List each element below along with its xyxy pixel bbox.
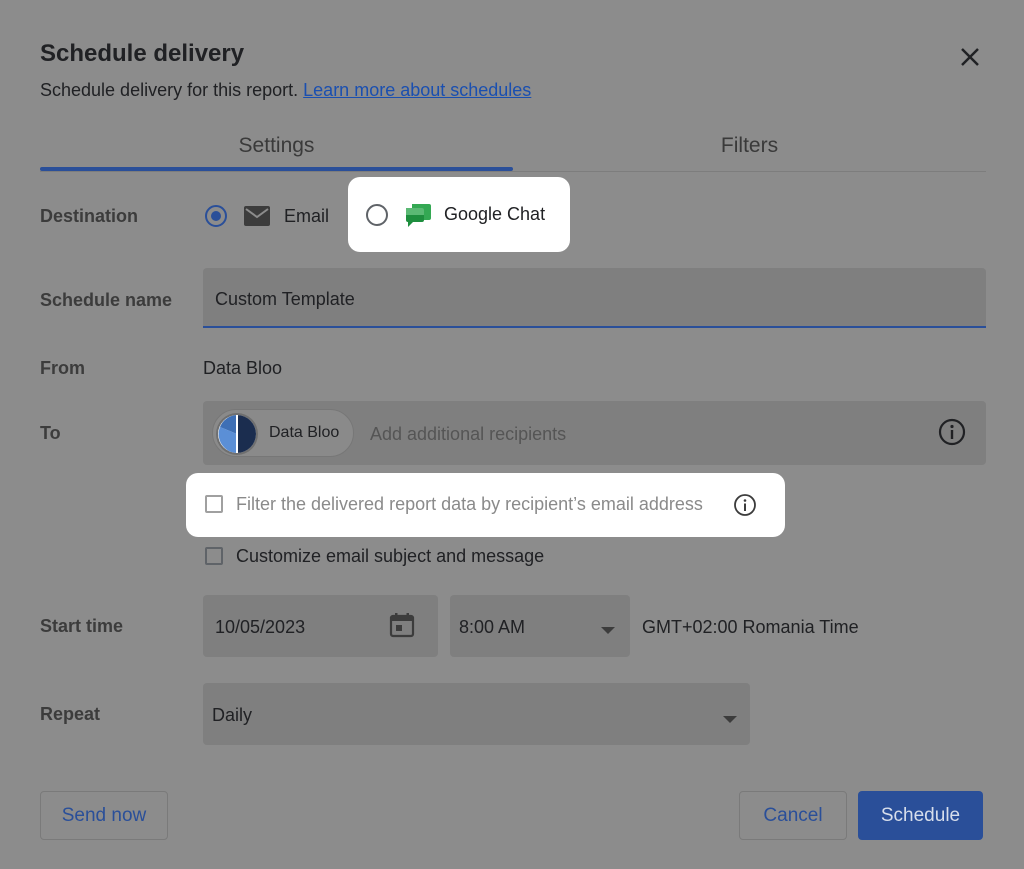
tab-filters[interactable]: Filters: [513, 134, 986, 158]
recipients-placeholder: Add additional recipients: [370, 424, 567, 444]
dialog-title: Schedule delivery: [40, 40, 245, 67]
google-chat-option-label: Google Chat: [444, 204, 546, 224]
destination-label: Destination: [40, 206, 139, 226]
calendar-icon[interactable]: [388, 611, 416, 644]
filter-by-email-checkbox[interactable]: [205, 495, 223, 513]
subtitle-text: Schedule delivery for this report.: [40, 80, 299, 100]
repeat-select[interactable]: Daily: [203, 683, 750, 745]
schedule-name-label: Schedule name: [40, 290, 173, 310]
send-now-button[interactable]: Send now: [40, 791, 168, 840]
start-time-label: Start time: [40, 616, 124, 636]
from-label: From: [40, 358, 85, 378]
dialog-subtitle: Schedule delivery for this report. Learn…: [40, 80, 531, 101]
close-icon: [961, 48, 979, 66]
repeat-value: Daily: [212, 705, 253, 725]
tab-divider: [40, 171, 986, 172]
google-chat-icon: [404, 201, 432, 234]
cancel-button[interactable]: Cancel: [739, 791, 847, 840]
schedule-name-value: Custom Template: [215, 289, 355, 309]
avatar: [216, 413, 258, 455]
tab-settings[interactable]: Settings: [40, 134, 513, 158]
schedule-name-input[interactable]: Custom Template: [203, 268, 986, 326]
recipients-info-icon[interactable]: [938, 418, 966, 451]
schedule-button[interactable]: Schedule: [858, 791, 983, 840]
chevron-down-icon: [723, 711, 737, 729]
timezone-text: GMT+02:00 Romania Time: [642, 617, 859, 637]
filter-info-icon[interactable]: [733, 493, 757, 522]
to-label: To: [40, 423, 61, 443]
start-time-select[interactable]: 8:00 AM: [450, 595, 630, 657]
from-value: Data Bloo: [203, 358, 283, 378]
email-radio[interactable]: [205, 205, 227, 227]
customize-email-checkbox[interactable]: [205, 547, 223, 565]
filter-by-email-label: Filter the delivered report data by reci…: [236, 494, 703, 514]
start-date-input[interactable]: 10/05/2023: [203, 595, 438, 657]
recipient-chip-label: Data Bloo: [269, 424, 340, 441]
email-option-label: Email: [284, 206, 330, 226]
tab-active-indicator: [40, 167, 513, 171]
chevron-down-icon: [601, 622, 615, 640]
customize-email-label: Customize email subject and message: [236, 546, 545, 566]
email-icon: [243, 204, 271, 233]
recipient-chip[interactable]: Data Bloo: [212, 409, 354, 457]
schedule-name-underline: [203, 326, 986, 328]
start-time-value: 8:00 AM: [459, 617, 526, 637]
repeat-label: Repeat: [40, 704, 101, 724]
learn-more-link[interactable]: Learn more about schedules: [303, 80, 531, 100]
close-button[interactable]: [955, 42, 985, 72]
start-date-value: 10/05/2023: [215, 617, 306, 637]
google-chat-radio[interactable]: [366, 204, 388, 226]
